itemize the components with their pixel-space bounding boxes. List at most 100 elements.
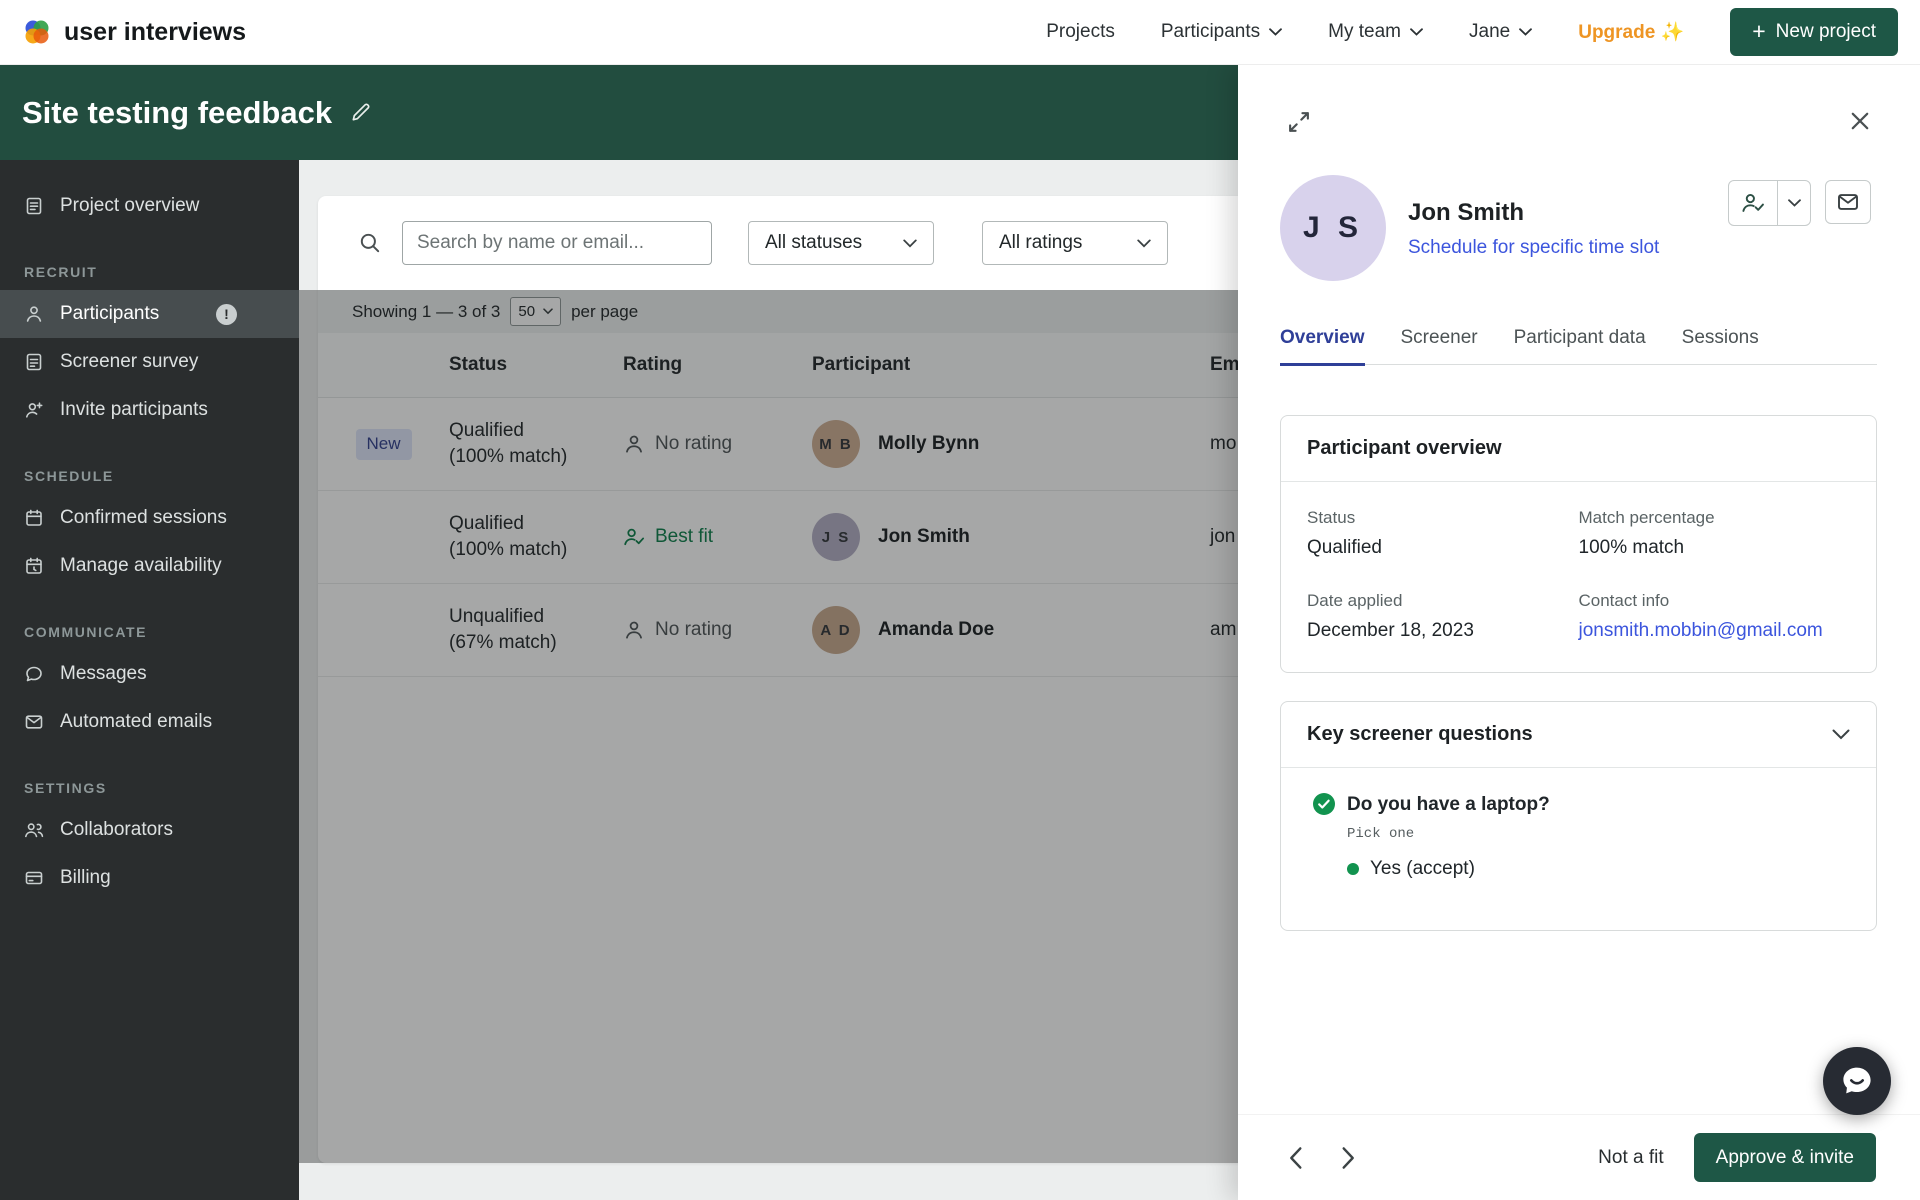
nav-my-team[interactable]: My team bbox=[1328, 21, 1423, 43]
search-input[interactable] bbox=[402, 221, 712, 265]
upgrade-link[interactable]: Upgrade ✨ bbox=[1578, 20, 1684, 44]
nav-participants-label: Participants bbox=[1161, 21, 1260, 43]
nav-menu: Projects Participants My team Jane Upgra… bbox=[1046, 8, 1898, 56]
question-content: Do you have a laptop? Pick one Yes (acce… bbox=[1347, 794, 1550, 880]
field-value: Qualified bbox=[1307, 537, 1579, 559]
key-screener-card: Key screener questions Do you have a lap… bbox=[1280, 701, 1877, 931]
nav-projects[interactable]: Projects bbox=[1046, 21, 1115, 43]
credit-card-icon bbox=[24, 868, 44, 888]
modal-dim-overlay bbox=[299, 290, 1238, 1163]
status-filter-select[interactable]: All statuses bbox=[748, 221, 934, 265]
accept-dot-icon bbox=[1347, 863, 1359, 875]
chevron-down-icon[interactable] bbox=[1832, 729, 1850, 740]
question-type: Pick one bbox=[1347, 826, 1550, 842]
page-title: Site testing feedback bbox=[22, 95, 332, 131]
nav-my-team-label: My team bbox=[1328, 21, 1401, 43]
new-project-button[interactable]: + New project bbox=[1730, 8, 1898, 56]
sidebar-item-manage-availability[interactable]: Manage availability bbox=[0, 542, 299, 590]
sidebar-section-recruit: RECRUIT bbox=[24, 264, 299, 280]
sidebar-item-label: Automated emails bbox=[60, 711, 212, 733]
field-label: Contact info bbox=[1579, 591, 1851, 611]
brand[interactable]: user interviews bbox=[22, 17, 246, 47]
tab-participant-data[interactable]: Participant data bbox=[1514, 327, 1646, 366]
field-value: 100% match bbox=[1579, 537, 1851, 559]
screener-question-block: Do you have a laptop? Pick one Yes (acce… bbox=[1281, 768, 1876, 880]
close-icon[interactable] bbox=[1848, 109, 1872, 133]
chevron-down-icon bbox=[1519, 28, 1532, 36]
email-link[interactable]: jonsmith.mobbin@gmail.com bbox=[1579, 620, 1851, 642]
chevron-down-icon bbox=[1137, 239, 1151, 248]
sidebar-item-label: Confirmed sessions bbox=[60, 507, 227, 529]
overview-fields: Status Qualified Match percentage 100% m… bbox=[1281, 482, 1876, 668]
sidebar-item-participants[interactable]: Participants ! bbox=[0, 290, 299, 338]
chevron-down-icon bbox=[1269, 28, 1282, 36]
sidebar-item-billing[interactable]: Billing bbox=[0, 854, 299, 902]
drawer-footer: Not a fit Approve & invite bbox=[1238, 1115, 1920, 1200]
tab-overview[interactable]: Overview bbox=[1280, 327, 1365, 366]
field-status: Status Qualified bbox=[1307, 508, 1579, 559]
sidebar-section-schedule: SCHEDULE bbox=[24, 468, 299, 484]
person-add-icon bbox=[24, 400, 44, 420]
sidebar-item-label: Messages bbox=[60, 663, 147, 685]
nav-user-jane[interactable]: Jane bbox=[1469, 21, 1532, 43]
participant-profile: J S Jon Smith Schedule for specific time… bbox=[1280, 175, 1659, 281]
chat-launcher-button[interactable] bbox=[1823, 1047, 1891, 1115]
app-root: user interviews Projects Participants My… bbox=[0, 0, 1920, 1200]
rating-filter-value: All ratings bbox=[999, 232, 1082, 254]
sidebar-item-label: Collaborators bbox=[60, 819, 173, 841]
mail-icon bbox=[1836, 190, 1860, 214]
sidebar-item-label: Participants bbox=[60, 303, 159, 325]
email-participant-button[interactable] bbox=[1825, 180, 1871, 224]
sidebar-item-project-overview[interactable]: Project overview bbox=[0, 182, 299, 230]
tab-sessions[interactable]: Sessions bbox=[1682, 327, 1759, 366]
survey-icon bbox=[24, 352, 44, 372]
mail-icon bbox=[24, 712, 44, 732]
expand-icon[interactable] bbox=[1286, 109, 1312, 135]
field-match-percentage: Match percentage 100% match bbox=[1579, 508, 1851, 559]
participants-toolbar: All statuses All ratings bbox=[318, 196, 1270, 290]
alert-badge: ! bbox=[216, 304, 237, 325]
top-navbar: user interviews Projects Participants My… bbox=[0, 0, 1920, 65]
drawer-tabs: Overview Screener Participant data Sessi… bbox=[1280, 327, 1877, 365]
sidebar-item-messages[interactable]: Messages bbox=[0, 650, 299, 698]
participant-name: Jon Smith bbox=[1408, 199, 1659, 227]
sidebar-item-collaborators[interactable]: Collaborators bbox=[0, 806, 299, 854]
next-participant-button[interactable] bbox=[1341, 1146, 1356, 1170]
sidebar-item-label: Manage availability bbox=[60, 555, 222, 577]
approve-split-button bbox=[1728, 180, 1811, 226]
field-value: December 18, 2023 bbox=[1307, 620, 1579, 642]
chevron-down-icon bbox=[1410, 28, 1423, 36]
approve-invite-button[interactable]: Approve & invite bbox=[1694, 1133, 1876, 1182]
calendar-clock-icon bbox=[24, 556, 44, 576]
sidebar-item-invite-participants[interactable]: Invite participants bbox=[0, 386, 299, 434]
rating-filter-select[interactable]: All ratings bbox=[982, 221, 1168, 265]
participant-overview-card: Participant overview Status Qualified Ma… bbox=[1280, 415, 1877, 673]
field-label: Match percentage bbox=[1579, 508, 1851, 528]
person-check-icon[interactable] bbox=[1729, 181, 1778, 225]
brand-logo-icon bbox=[22, 17, 52, 47]
nav-projects-label: Projects bbox=[1046, 21, 1115, 43]
overview-card-title: Participant overview bbox=[1307, 437, 1502, 460]
field-date-applied: Date applied December 18, 2023 bbox=[1307, 591, 1579, 642]
field-label: Status bbox=[1307, 508, 1579, 528]
document-icon bbox=[24, 196, 44, 216]
screener-card-header[interactable]: Key screener questions bbox=[1281, 702, 1876, 768]
new-project-label: New project bbox=[1776, 21, 1876, 43]
sidebar-item-confirmed-sessions[interactable]: Confirmed sessions bbox=[0, 494, 299, 542]
sidebar-item-automated-emails[interactable]: Automated emails bbox=[0, 698, 299, 746]
schedule-link[interactable]: Schedule for specific time slot bbox=[1408, 237, 1659, 259]
sidebar-item-label: Billing bbox=[60, 867, 111, 889]
not-a-fit-button[interactable]: Not a fit bbox=[1598, 1147, 1663, 1169]
search-icon bbox=[358, 231, 382, 255]
previous-participant-button[interactable] bbox=[1288, 1146, 1303, 1170]
edit-title-icon[interactable] bbox=[350, 102, 371, 123]
participant-drawer: J S Jon Smith Schedule for specific time… bbox=[1238, 65, 1920, 1200]
calendar-icon bbox=[24, 508, 44, 528]
tab-screener[interactable]: Screener bbox=[1401, 327, 1478, 366]
field-contact-info: Contact info jonsmith.mobbin@gmail.com bbox=[1579, 591, 1851, 642]
chevron-down-icon[interactable] bbox=[1778, 181, 1810, 225]
sidebar-item-label: Invite participants bbox=[60, 399, 208, 421]
sidebar-item-screener-survey[interactable]: Screener survey bbox=[0, 338, 299, 386]
question-answer: Yes (accept) bbox=[1347, 858, 1550, 880]
nav-participants[interactable]: Participants bbox=[1161, 21, 1282, 43]
